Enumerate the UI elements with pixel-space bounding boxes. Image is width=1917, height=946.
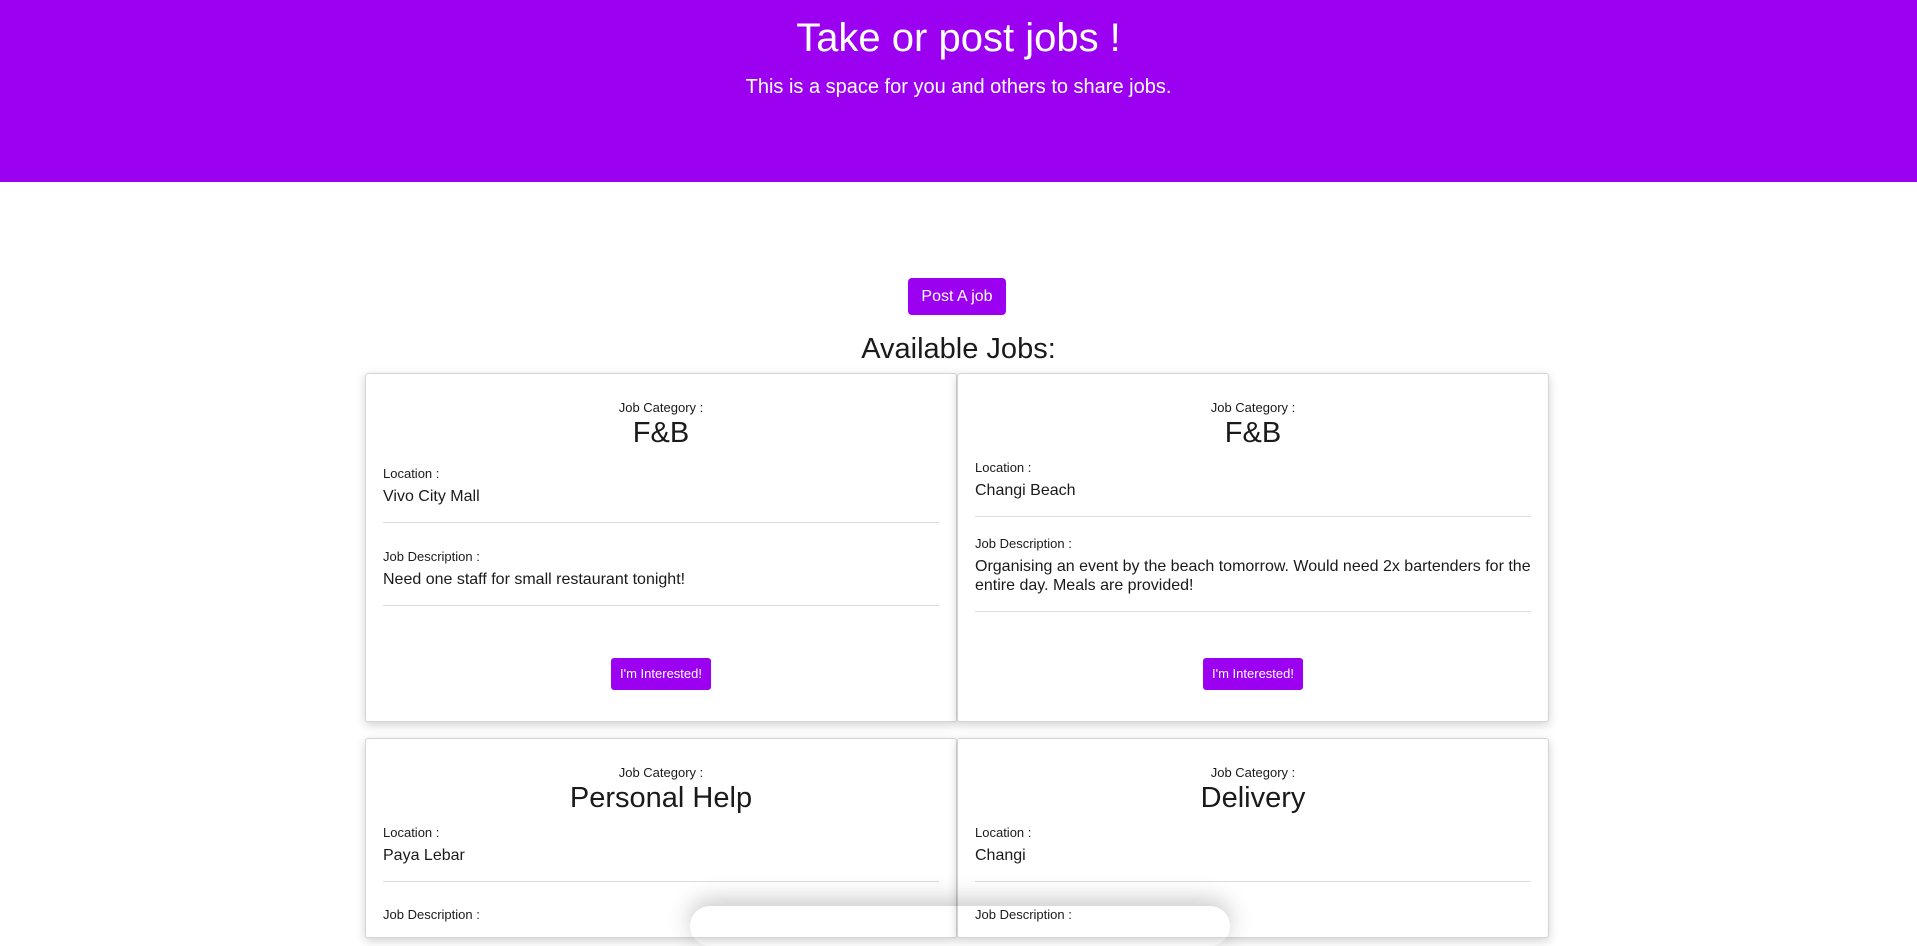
job-category-value: Personal Help	[569, 782, 753, 814]
job-location-field: Location : Paya Lebar	[383, 825, 939, 882]
post-job-button[interactable]: Post A job	[908, 278, 1006, 315]
job-location-value: Vivo City Mall	[383, 488, 480, 505]
job-description-value: Need one staff for small restaurant toni…	[383, 571, 686, 588]
hero-banner: Take or post jobs ! This is a space for …	[0, 0, 1917, 182]
job-description-label: Job Description :	[383, 549, 480, 564]
job-description-field: Job Description : Organising an event by…	[975, 536, 1531, 612]
job-location-label: Location :	[975, 825, 1032, 840]
divider	[975, 881, 1531, 882]
job-location-label: Location :	[383, 825, 440, 840]
job-location-value: Paya Lebar	[383, 847, 465, 864]
page-title: Take or post jobs !	[796, 16, 1121, 60]
available-jobs-heading: Available Jobs:	[861, 333, 1056, 365]
job-card: Job Category : F&B Location : Vivo City …	[365, 373, 957, 722]
job-location-value: Changi	[975, 847, 1026, 864]
interested-button[interactable]: I'm Interested!	[1203, 658, 1303, 690]
job-category-label: Job Category :	[618, 765, 704, 780]
job-category-label: Job Category :	[1210, 765, 1296, 780]
job-category-value: F&B	[632, 417, 690, 449]
job-location-field: Location : Changi Beach	[975, 460, 1531, 517]
job-location-field: Location : Vivo City Mall	[383, 466, 939, 523]
snackbar-shadow	[690, 906, 1230, 946]
job-card: Job Category : F&B Location : Changi Bea…	[957, 373, 1549, 722]
divider	[975, 516, 1531, 517]
job-category-value: Delivery	[1200, 782, 1306, 814]
divider	[975, 611, 1531, 612]
job-description-field: Job Description : Need one staff for sma…	[383, 549, 939, 606]
divider	[383, 522, 939, 523]
job-location-label: Location :	[383, 466, 440, 481]
page-subtitle: This is a space for you and others to sh…	[745, 76, 1172, 98]
job-location-value: Changi Beach	[975, 482, 1076, 499]
job-description-label: Job Description :	[975, 536, 1072, 551]
job-category-label: Job Category :	[1210, 400, 1296, 415]
divider	[383, 881, 939, 882]
job-category-value: F&B	[1224, 417, 1282, 449]
job-description-value: Organising an event by the beach tomorro…	[975, 558, 1531, 594]
divider	[383, 605, 939, 606]
job-category-label: Job Category :	[618, 400, 704, 415]
job-location-label: Location :	[975, 460, 1032, 475]
interested-button[interactable]: I'm Interested!	[611, 658, 711, 690]
job-location-field: Location : Changi	[975, 825, 1531, 882]
